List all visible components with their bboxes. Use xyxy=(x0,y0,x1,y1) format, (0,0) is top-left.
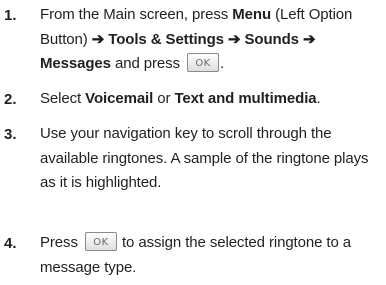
step-number: 3. xyxy=(4,126,17,143)
text-multimedia-label: Text and multimedia xyxy=(174,90,317,107)
step-number: 4. xyxy=(4,235,17,252)
step-number: 1. xyxy=(4,7,17,24)
ok-key-icon: OK xyxy=(84,232,117,252)
ok-key-icon: OK xyxy=(187,53,220,73)
menu-label: Menu xyxy=(232,6,272,23)
arrow-icon: ➔ xyxy=(91,30,105,48)
messages-label: Messages xyxy=(40,55,111,72)
arrow-icon: ➔ xyxy=(303,30,316,48)
step-text: Use your navigation key to scroll throug… xyxy=(40,125,369,191)
step-text: Press OK to assign the selected ringtone… xyxy=(40,232,352,276)
step-text: Select Voicemail or Text and multimedia. xyxy=(40,90,321,107)
step-number: 2. xyxy=(4,91,17,108)
voicemail-label: Voicemail xyxy=(85,90,154,107)
step-text: From the Main screen, press Menu (Left O… xyxy=(40,6,353,73)
instruction-steps: 1. From the Main screen, press Menu (Lef… xyxy=(0,0,386,285)
tools-settings-label: Tools & Settings xyxy=(108,30,224,48)
arrow-icon: ➔ xyxy=(227,30,241,48)
sounds-label: Sounds xyxy=(244,30,300,48)
